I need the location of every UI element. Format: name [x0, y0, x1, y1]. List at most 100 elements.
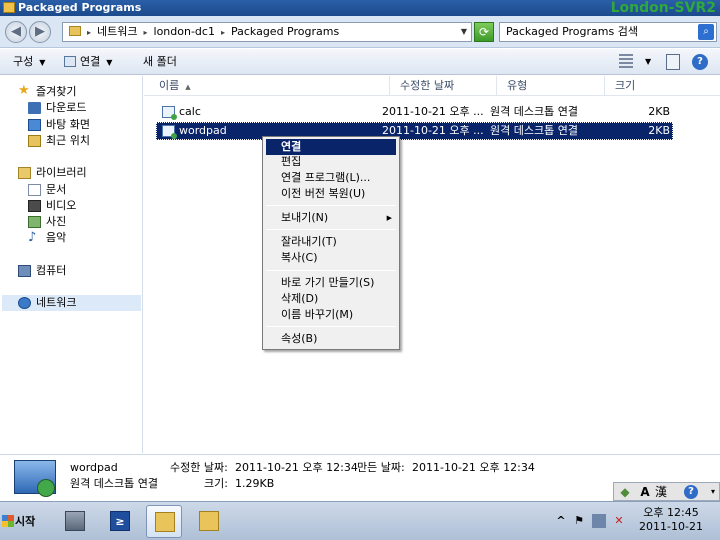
- desktop-icon: [28, 119, 41, 131]
- menu-item-create-shortcut[interactable]: 바로 가기 만들기(S): [266, 275, 396, 291]
- network-icon: [18, 297, 31, 309]
- menu-item-edit[interactable]: 편집: [266, 154, 396, 170]
- command-bar: 구성 ▼ 연결 ▼ 새 폴더 ▼ ?: [0, 49, 720, 75]
- menu-separator: [266, 229, 396, 230]
- taskbar-server-manager[interactable]: [57, 505, 93, 538]
- flag-icon[interactable]: ⚑: [572, 514, 586, 528]
- input-mode-button[interactable]: A: [638, 485, 652, 499]
- breadcrumb-network[interactable]: 네트워크: [97, 25, 137, 38]
- view-options-icon[interactable]: [619, 54, 633, 70]
- details-modified-label: 수정한 날짜:: [170, 461, 228, 474]
- nav-videos[interactable]: 비디오: [28, 198, 138, 214]
- language-bar: ◆ A 漢 ? ▾: [613, 482, 720, 501]
- search-input[interactable]: Packaged Programs 검색 ⌕: [499, 22, 717, 42]
- address-bar[interactable]: ▸ 네트워크 ▸ london-dc1 ▸ Packaged Programs ▼: [62, 22, 472, 42]
- column-name[interactable]: 이름 ▲: [149, 76, 390, 96]
- taskbar-explorer-active[interactable]: [146, 505, 182, 538]
- help-icon[interactable]: ?: [684, 485, 698, 499]
- column-size[interactable]: 크기: [605, 76, 675, 96]
- clock-date: 2011-10-21: [639, 520, 703, 533]
- column-modified[interactable]: 수정한 날짜: [390, 76, 497, 96]
- file-row-wordpad[interactable]: wordpad 2011-10-21 오후 ... 원격 데스크톱 연결 2KB: [156, 122, 673, 140]
- menu-item-rename[interactable]: 이름 바꾸기(M): [266, 307, 396, 323]
- file-modified: 2011-10-21 오후 ...: [382, 105, 484, 118]
- clock-time: 오후 12:45: [643, 506, 699, 519]
- context-menu: 연결 편집 연결 프로그램(L)... 이전 버전 복원(U) 보내기(N) ▶ …: [262, 136, 400, 350]
- help-icon[interactable]: ?: [692, 54, 708, 70]
- recent-places-icon: [28, 135, 41, 147]
- hanja-button[interactable]: 漢: [654, 485, 668, 499]
- nav-desktop-label: 바탕 화면: [46, 118, 90, 131]
- volume-muted-icon[interactable]: ✕: [612, 514, 626, 528]
- forward-button[interactable]: ▶: [29, 21, 51, 43]
- menu-item-restore-previous[interactable]: 이전 버전 복원(U): [266, 186, 396, 202]
- powershell-icon: ≥: [110, 511, 130, 531]
- nav-libraries[interactable]: 라이브러리: [18, 165, 138, 181]
- file-name: wordpad: [179, 124, 227, 137]
- column-type[interactable]: 유형: [497, 76, 605, 96]
- file-size: 2KB: [648, 105, 670, 118]
- details-file-name: wordpad: [70, 461, 118, 474]
- file-list: calc 2011-10-21 오후 ... 원격 데스크톱 연결 2KB wo…: [144, 96, 720, 453]
- remote-desktop-icon: [64, 56, 76, 67]
- submenu-arrow-icon: ▶: [386, 214, 392, 222]
- nav-desktop[interactable]: 바탕 화면: [28, 117, 138, 133]
- remote-desktop-file-icon: [162, 125, 177, 139]
- nav-pictures-label: 사진: [46, 215, 67, 228]
- start-button[interactable]: 시작: [2, 512, 44, 532]
- search-placeholder: Packaged Programs 검색: [506, 25, 638, 38]
- nav-downloads-label: 다운로드: [46, 101, 87, 114]
- menu-item-delete[interactable]: 삭제(D): [266, 291, 396, 307]
- chevron-down-icon: ▼: [39, 58, 46, 67]
- show-hidden-icons-button[interactable]: ^: [554, 514, 568, 528]
- preview-pane-icon[interactable]: [666, 54, 680, 70]
- nav-documents[interactable]: 문서: [28, 182, 138, 198]
- langbar-options-icon[interactable]: ▾: [706, 485, 720, 499]
- window-title: Packaged Programs: [18, 1, 142, 14]
- file-name: calc: [179, 105, 201, 118]
- address-history-dropdown[interactable]: ▼: [461, 23, 467, 41]
- breadcrumb-separator[interactable]: ▸: [87, 28, 91, 37]
- refresh-button[interactable]: ⟳: [474, 22, 494, 42]
- taskbar-powershell[interactable]: ≥: [102, 505, 138, 538]
- nav-pictures[interactable]: 사진: [28, 214, 138, 230]
- clock[interactable]: 오후 12:45 2011-10-21: [636, 506, 706, 534]
- downloads-icon: [28, 102, 41, 114]
- nav-network[interactable]: 네트워크: [2, 295, 141, 311]
- file-type: 원격 데스크톱 연결: [490, 124, 578, 137]
- connect-button[interactable]: 연결 ▼: [64, 49, 112, 76]
- menu-item-cut[interactable]: 잘라내기(T): [266, 234, 396, 250]
- network-status-icon[interactable]: [592, 514, 606, 528]
- menu-item-open-with[interactable]: 연결 프로그램(L)...: [266, 170, 396, 186]
- menu-item-connect[interactable]: 연결: [266, 139, 396, 155]
- nav-music[interactable]: ♪ 음악: [28, 230, 138, 246]
- nav-recent[interactable]: 최근 위치: [28, 133, 138, 149]
- nav-computer[interactable]: 컴퓨터: [18, 263, 138, 279]
- taskbar-explorer[interactable]: [191, 505, 227, 538]
- breadcrumb-separator[interactable]: ▸: [144, 28, 148, 37]
- details-size-value: 1.29KB: [235, 477, 275, 490]
- nav-documents-label: 문서: [46, 183, 67, 196]
- breadcrumb-separator[interactable]: ▸: [221, 28, 225, 37]
- nav-downloads[interactable]: 다운로드: [28, 100, 138, 116]
- view-dropdown-icon[interactable]: ▼: [645, 54, 651, 70]
- breadcrumb-london-dc1[interactable]: london-dc1: [154, 25, 215, 38]
- menu-item-copy[interactable]: 복사(C): [266, 250, 396, 266]
- start-label: 시작: [15, 515, 36, 528]
- menu-item-properties[interactable]: 속성(B): [266, 331, 396, 347]
- details-size-label: 크기:: [204, 477, 228, 490]
- search-icon[interactable]: ⌕: [698, 24, 714, 40]
- new-folder-button[interactable]: 새 폴더: [143, 49, 177, 75]
- menu-item-send-to-label: 보내기(N): [281, 211, 329, 224]
- nav-computer-label: 컴퓨터: [36, 264, 67, 277]
- nav-favorites[interactable]: ★ 즐겨찾기: [18, 84, 138, 100]
- back-button[interactable]: ◀: [5, 21, 27, 43]
- window-titlebar[interactable]: Packaged Programs London-SVR2: [0, 0, 720, 16]
- organize-button[interactable]: 구성 ▼: [13, 49, 45, 76]
- remote-desktop-file-icon: [14, 460, 56, 497]
- nav-recent-label: 최근 위치: [46, 134, 90, 147]
- breadcrumb-packaged-programs[interactable]: Packaged Programs: [231, 25, 339, 38]
- input-method-icon[interactable]: ◆: [618, 485, 632, 499]
- file-row-calc[interactable]: calc 2011-10-21 오후 ... 원격 데스크톱 연결 2KB: [156, 103, 673, 121]
- menu-item-send-to[interactable]: 보내기(N) ▶: [266, 210, 396, 226]
